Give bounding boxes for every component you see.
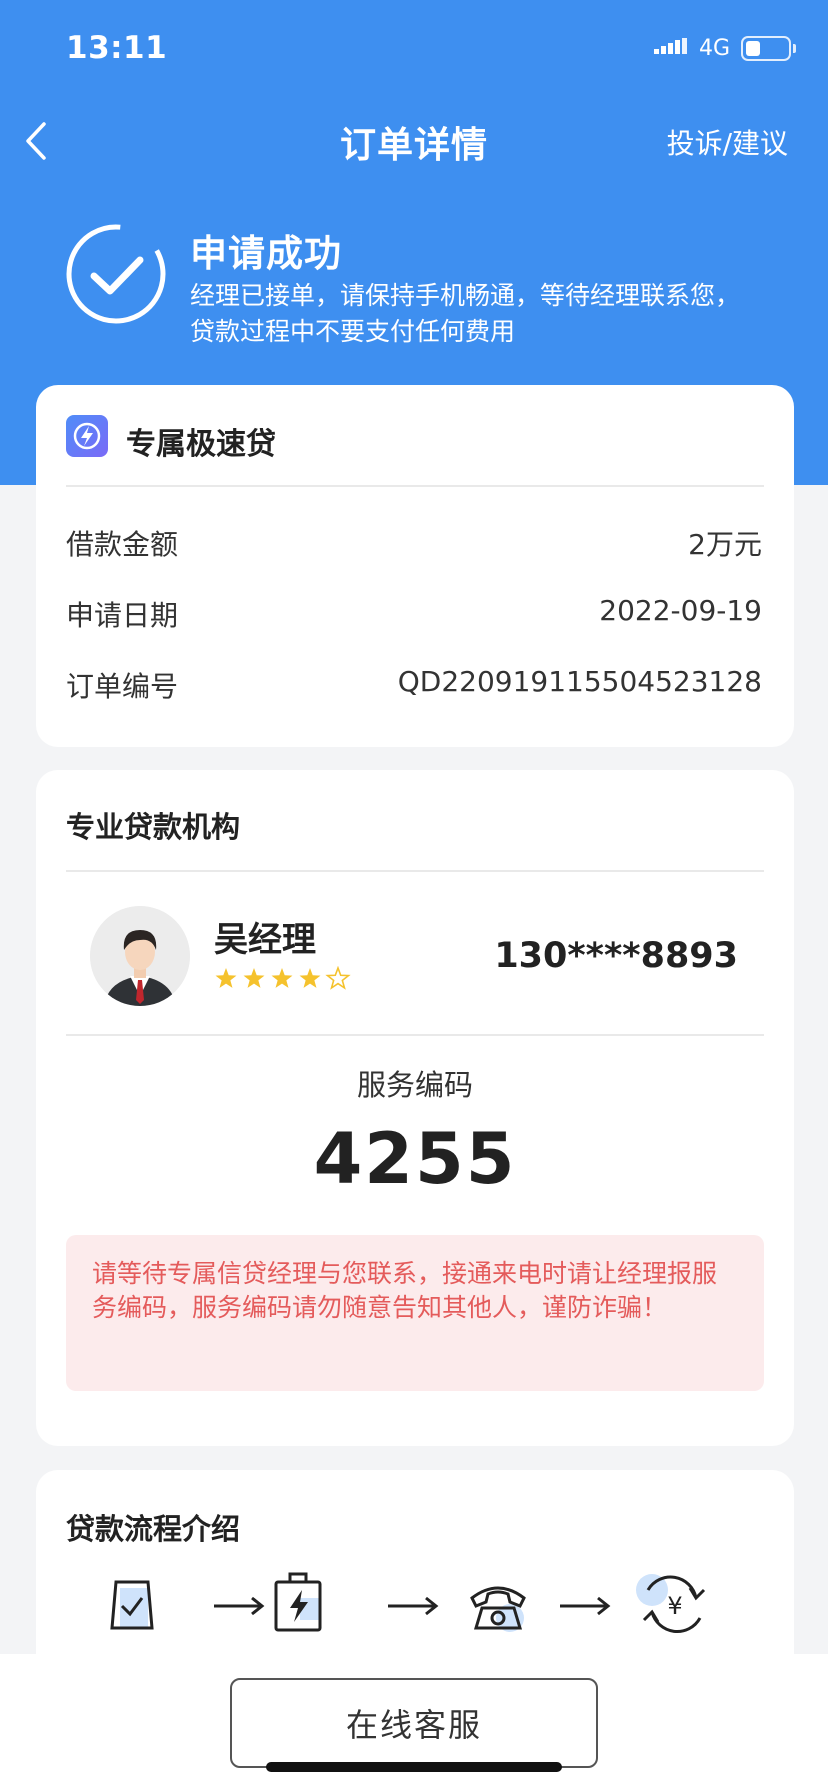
row-label: 申请日期 — [66, 599, 179, 632]
battery-icon — [741, 36, 791, 61]
product-name: 专属极速贷 — [126, 427, 276, 462]
star-filled-icon — [243, 968, 265, 988]
row-value: QD220919115504523128 — [397, 665, 762, 698]
section-title: 贷款流程介绍 — [66, 1512, 241, 1546]
battery-tip — [793, 44, 796, 53]
avatar — [90, 906, 190, 1006]
row-value: 2万元 — [688, 528, 762, 561]
divider — [66, 485, 764, 487]
arrow-right-icon — [560, 1596, 611, 1616]
apply-form-icon — [110, 1580, 154, 1630]
divider — [66, 870, 764, 872]
star-filled-icon — [299, 968, 321, 988]
lightning-icon — [66, 415, 108, 457]
order-number-row: 订单编号 QD220919115504523128 — [66, 665, 762, 707]
success-title: 申请成功 — [190, 232, 342, 275]
phone-call-icon — [470, 1586, 526, 1632]
manager-name: 吴经理 — [214, 920, 316, 960]
home-indicator — [266, 1762, 562, 1772]
success-description: 经理已接单，请保持手机畅通，等待经理联系您，贷款过程中不要支付任何费用 — [190, 281, 741, 346]
process-flow: ¥ — [36, 1568, 794, 1648]
arrow-right-icon — [388, 1596, 439, 1616]
service-code: 4255 — [313, 1118, 517, 1200]
approval-icon — [274, 1572, 322, 1632]
customer-service-button[interactable]: 在线客服 — [230, 1678, 598, 1768]
arrow-right-icon — [214, 1596, 265, 1616]
rating-stars — [215, 966, 351, 990]
row-label: 订单编号 — [66, 670, 179, 703]
divider — [66, 1034, 764, 1036]
svg-text:¥: ¥ — [667, 1592, 682, 1620]
service-code-label: 服务编码 — [356, 1068, 473, 1102]
institution-card: 专业贷款机构 吴经理 130****8893 服务编码 4255 请等待专属信贷… — [36, 770, 794, 1446]
star-empty-icon — [325, 966, 351, 990]
status-bar: 13:11 4G — [0, 0, 828, 100]
star-filled-icon — [215, 968, 237, 988]
manager-phone[interactable]: 130****8893 — [494, 936, 738, 976]
star-filled-icon — [271, 968, 293, 988]
row-label: 借款金额 — [66, 528, 179, 561]
order-info-card: 专属极速贷 借款金额 2万元 申请日期 2022-09-19 订单编号 QD22… — [36, 385, 794, 747]
network-type: 4G — [699, 36, 731, 61]
fraud-warning: 请等待专属信贷经理与您联系，接通来电时请让经理报服务编码，服务编码请勿随意告知其… — [66, 1235, 764, 1391]
complaint-suggestion-link[interactable]: 投诉/建议 — [667, 122, 788, 162]
signal-icon — [654, 38, 687, 54]
check-circle-icon — [66, 224, 166, 324]
apply-date-row: 申请日期 2022-09-19 — [66, 594, 762, 636]
status-time: 13:11 — [66, 30, 168, 66]
row-value: 2022-09-19 — [599, 594, 762, 627]
loan-amount-row: 借款金额 2万元 — [66, 523, 762, 565]
warning-text: 请等待专属信贷经理与您联系，接通来电时请让经理报服务编码，服务编码请勿随意告知其… — [92, 1259, 718, 1322]
loan-disbursement-icon: ¥ — [636, 1574, 706, 1634]
nav-bar: 订单详情 投诉/建议 — [0, 100, 828, 184]
section-title: 专业贷款机构 — [66, 810, 241, 844]
